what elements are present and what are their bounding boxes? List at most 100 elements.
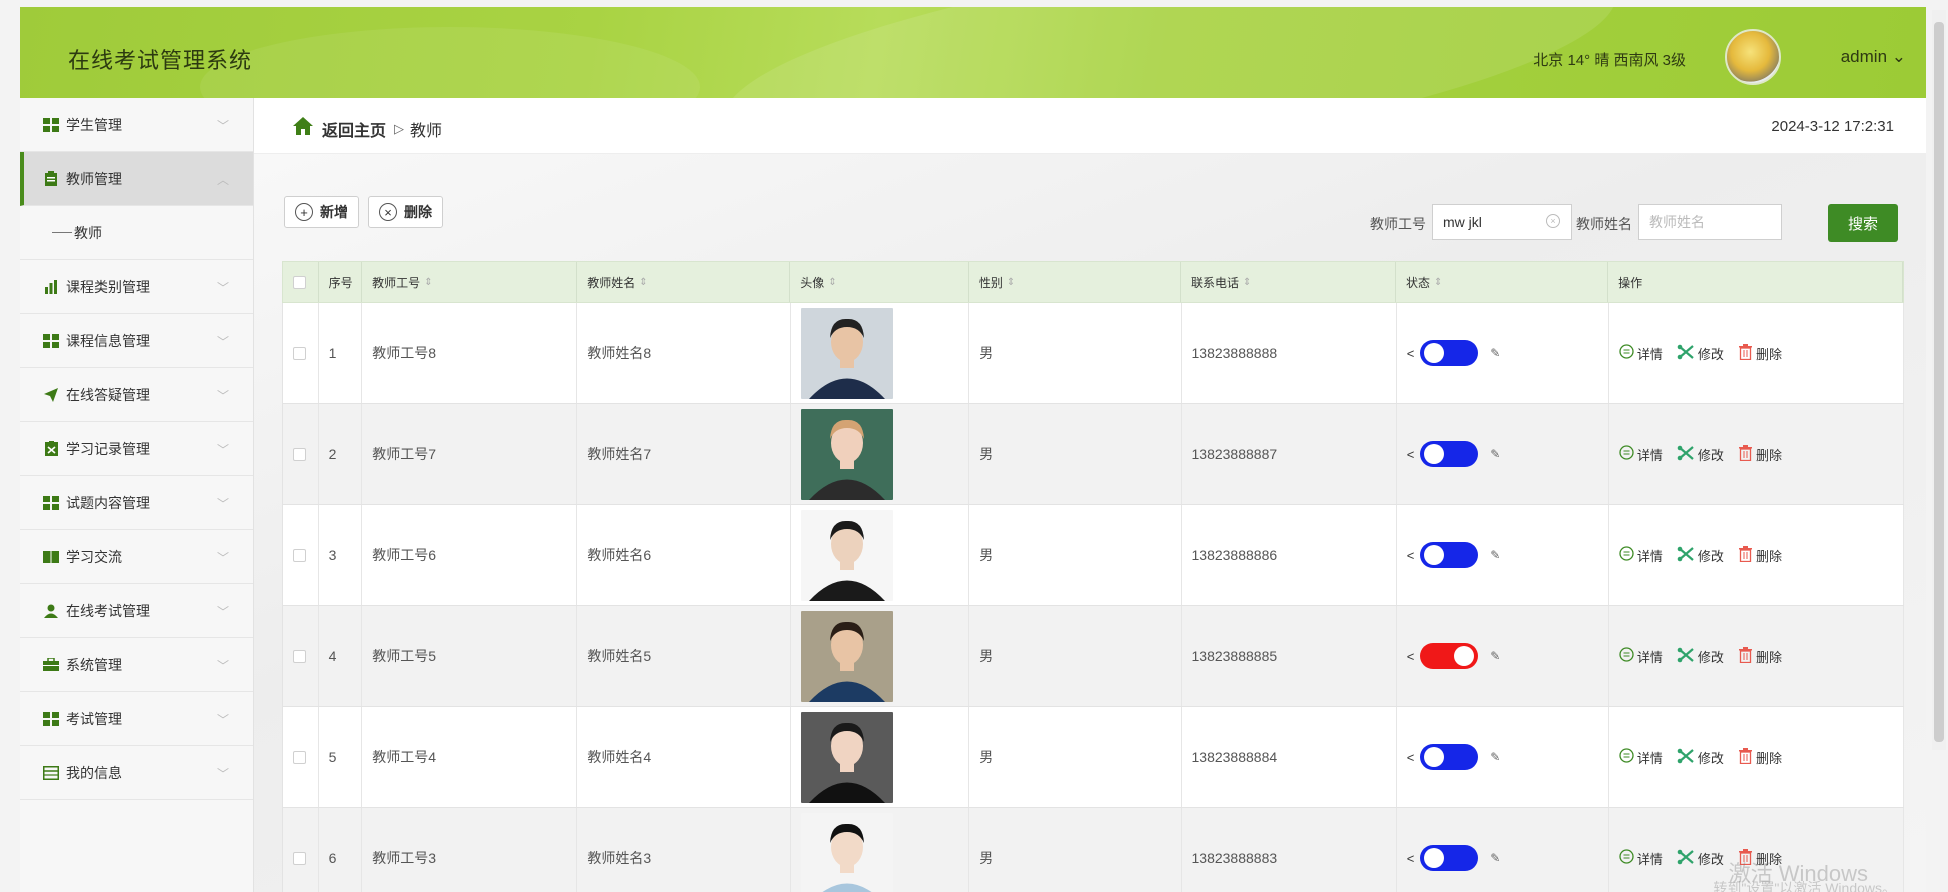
sidebar-item-student[interactable]: 学生管理 ﹀ [20,98,253,152]
delete-row-button[interactable]: 删除 [1738,545,1782,565]
header-cell: 操作 [1608,262,1903,302]
home-icon[interactable] [292,116,314,142]
detail-button[interactable]: 详情 [1619,849,1663,868]
delete-row-button[interactable]: 删除 [1738,747,1782,767]
delete-button-label: 删除 [404,204,432,220]
row-checkbox[interactable] [293,649,306,663]
app-title: 在线考试管理系统 [68,48,253,73]
edit-label: 修改 [1697,750,1724,766]
status-toggle[interactable]: < ✎ [1406,340,1500,366]
toggle-switch[interactable] [1420,340,1479,366]
sidebar-item-online-exam[interactable]: 在线考试管理 ﹀ [20,584,253,638]
header-cell[interactable]: 状态 ⇕ [1396,262,1609,302]
row-select-cell [283,303,319,403]
edit-button[interactable]: 修改 [1677,445,1724,464]
submenu-item-label: 教师 [74,224,102,241]
status-toggle[interactable]: < ✎ [1406,441,1501,467]
pen-icon: ✎ [1490,447,1501,461]
back-home-link[interactable]: 返回主页 [322,117,386,141]
toggle-switch[interactable] [1420,542,1479,568]
delete-row-button[interactable]: 删除 [1738,444,1782,464]
sidebar-item-course-category[interactable]: 课程类别管理 ﹀ [20,260,253,314]
toggle-prefix: < [1406,446,1415,462]
sidebar-item-exam[interactable]: 考试管理 ﹀ [20,692,253,746]
phone-cell: 13823888884 [1182,707,1397,807]
clear-icon[interactable]: × [1546,214,1560,228]
teacher-photo[interactable] [800,408,893,500]
sort-icon[interactable]: ⇕ [424,277,432,288]
sort-icon[interactable]: ⇕ [828,277,836,288]
delete-row-button[interactable]: 删除 [1738,646,1782,666]
detail-button[interactable]: 详情 [1619,647,1663,666]
sort-icon[interactable]: ⇕ [1243,277,1251,288]
trash-icon [1738,343,1753,363]
header-cell[interactable]: 教师姓名 ⇕ [577,262,791,302]
status-toggle[interactable]: < ✎ [1407,845,1500,871]
edit-label: 修改 [1697,447,1724,463]
sort-icon[interactable]: ⇕ [639,277,647,288]
header-cell[interactable]: 教师工号 ⇕ [362,262,578,302]
delete-button[interactable]: × 删除 [368,196,443,228]
gender-text: 男 [979,446,994,462]
sidebar-item-study-record[interactable]: 学习记录管理 ﹀ [20,422,253,476]
edit-button[interactable]: 修改 [1677,748,1724,767]
sort-icon[interactable]: ⇕ [1007,277,1015,288]
toggle-switch[interactable] [1420,441,1479,467]
header-cell[interactable]: 联系电话 ⇕ [1181,262,1397,302]
header-cell[interactable]: 头像 ⇕ [790,262,969,302]
edit-button[interactable]: 修改 [1677,849,1724,868]
sidebar-item-course-info[interactable]: 课程信息管理 ﹀ [20,314,253,368]
status-toggle[interactable]: < ✎ [1407,542,1500,568]
sidebar-item-question[interactable]: 试题内容管理 ﹀ [20,476,253,530]
status-cell: < ✎ [1397,707,1609,807]
teacher-photo[interactable] [800,812,893,892]
sidebar-item-qa[interactable]: 在线答疑管理 ﹀ [20,368,253,422]
row-number-text: 1 [328,345,337,361]
delete-row-button[interactable]: 删除 [1738,343,1782,363]
status-toggle[interactable]: < ✎ [1407,744,1500,770]
avatar[interactable] [1725,29,1781,85]
submenu-item-teacher[interactable]: 教师 [20,206,253,260]
row-checkbox[interactable] [293,851,306,865]
row-checkbox[interactable] [293,548,306,562]
row-checkbox[interactable] [293,447,306,461]
edit-button[interactable]: 修改 [1677,546,1724,565]
edit-button[interactable]: 修改 [1677,344,1724,363]
toggle-switch[interactable] [1420,744,1479,770]
teacher-photo[interactable] [800,610,893,702]
page-scrollbar[interactable] [1932,10,1946,750]
status-cell: < ✎ [1397,303,1609,403]
teacher-photo[interactable] [800,307,893,399]
sidebar-item-label: 学习记录管理 [66,440,150,457]
toggle-switch[interactable] [1420,845,1479,871]
sidebar-item-exchange[interactable]: 学习交流 ﹀ [20,530,253,584]
teacher-name-input[interactable] [1638,204,1782,240]
scrollbar-thumb[interactable] [1934,22,1944,742]
sidebar-item-system[interactable]: 系统管理 ﹀ [20,638,253,692]
row-checkbox[interactable] [293,750,306,764]
status-toggle[interactable]: < ✎ [1407,643,1500,669]
search-button[interactable]: 搜索 [1828,204,1898,242]
teacher-table: 序号 教师工号 ⇕ 教师姓名 ⇕ 头像 ⇕ 性别 ⇕ 联系电话 ⇕ 状态 ⇕ 操作 1 教师… [282,261,1904,892]
avatar-cell [791,505,970,605]
sidebar-item-profile[interactable]: 我的信息 ﹀ [20,746,253,800]
header-cell[interactable]: 性别 ⇕ [969,262,1181,302]
row-checkbox[interactable] [293,346,306,360]
toggle-switch[interactable] [1420,643,1479,669]
table-row: 6 教师工号3 教师姓名3 男 13823888883 < ✎ 详情 修改 删除 [282,808,1904,892]
toggle-knob [1424,444,1445,464]
sort-icon[interactable]: ⇕ [1434,277,1442,288]
teacher-photo[interactable] [800,509,893,601]
user-menu[interactable]: admin ⌄ [1841,47,1906,67]
detail-button[interactable]: 详情 [1619,748,1663,767]
sidebar-item-teacher[interactable]: 教师管理 ︿ [20,152,253,206]
toggle-prefix: < [1406,345,1415,361]
row-number-text: 5 [328,749,337,765]
add-button[interactable]: + 新增 [284,196,359,228]
detail-button[interactable]: 详情 [1619,445,1663,464]
detail-button[interactable]: 详情 [1619,546,1663,565]
select-all-checkbox[interactable] [293,275,306,289]
edit-button[interactable]: 修改 [1677,647,1724,666]
detail-button[interactable]: 详情 [1619,344,1663,363]
teacher-photo[interactable] [800,711,893,803]
